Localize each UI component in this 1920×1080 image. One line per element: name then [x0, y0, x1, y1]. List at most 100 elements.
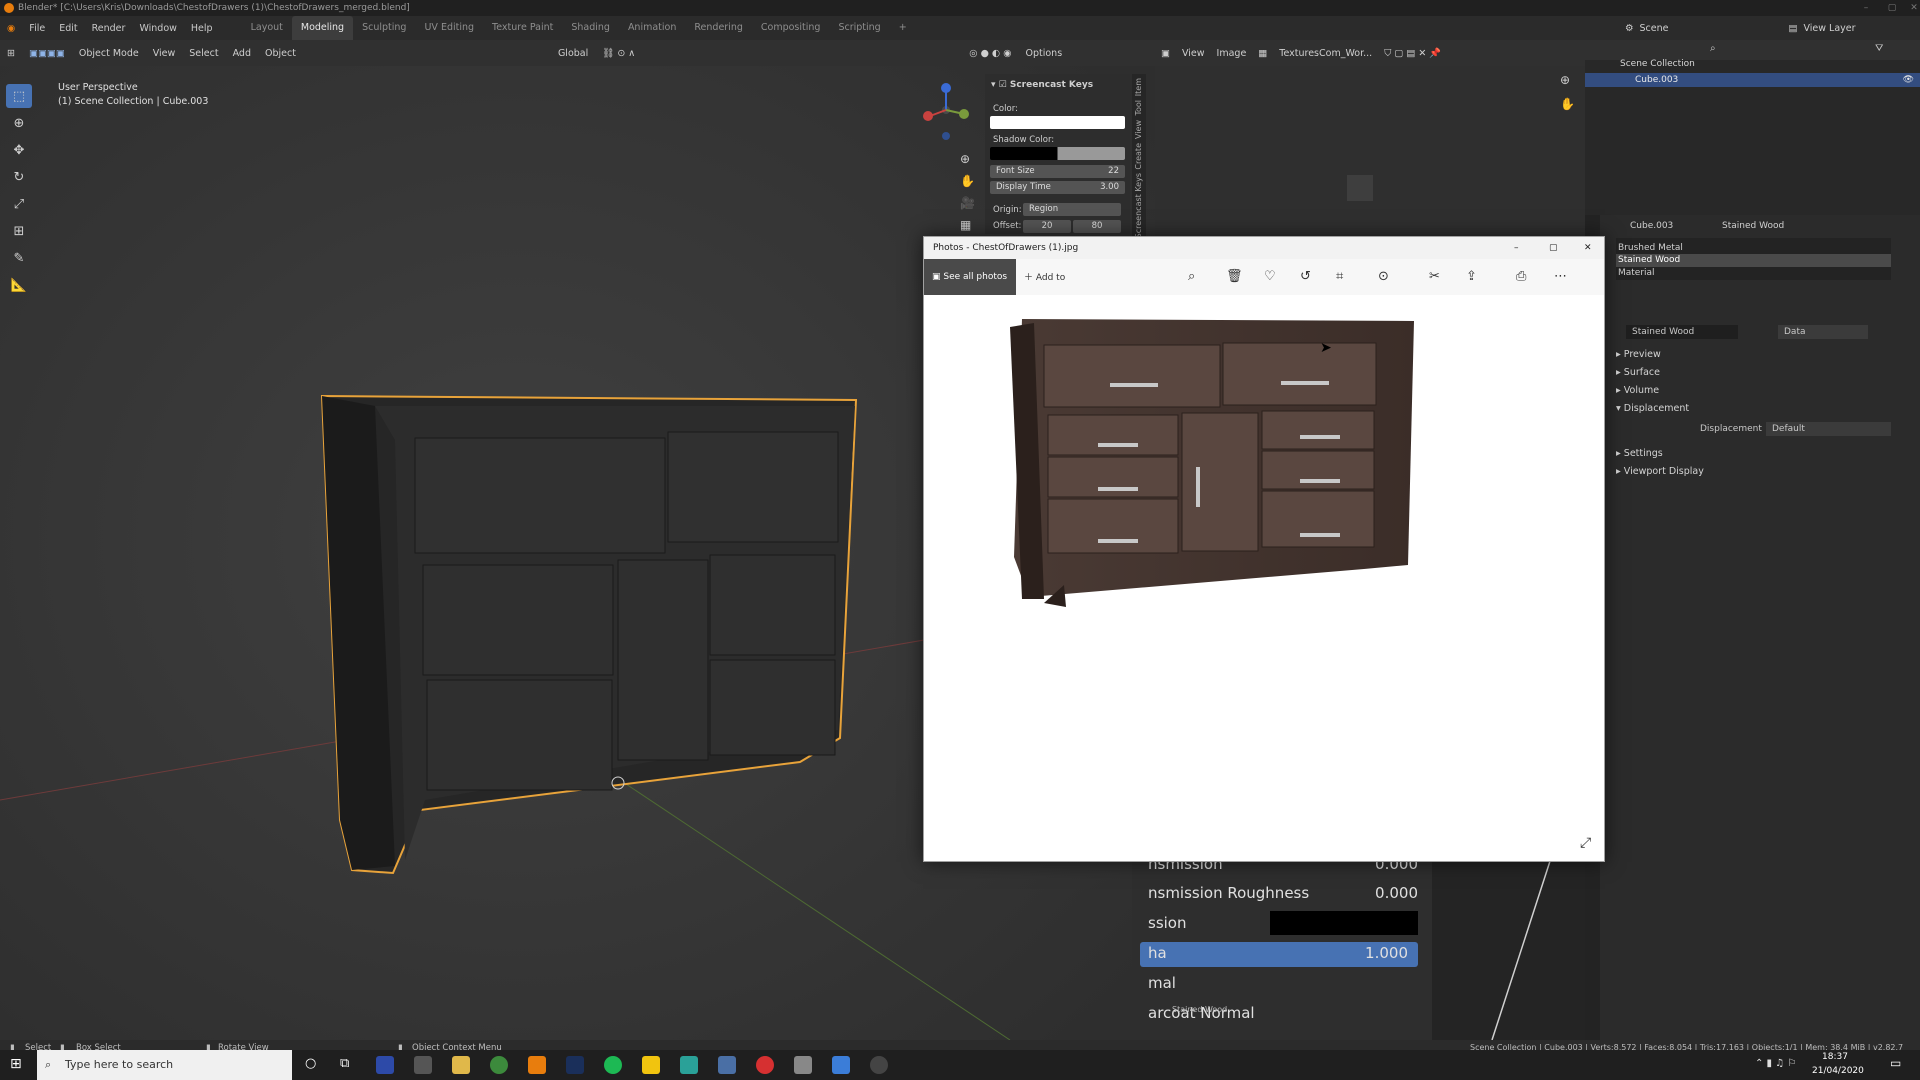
navigation-gizmo[interactable]: [918, 80, 974, 144]
tab-item[interactable]: Item: [1134, 78, 1143, 96]
tab-view[interactable]: View: [1134, 120, 1143, 139]
editor-type-icon[interactable]: ⊞: [0, 48, 22, 59]
menu-file[interactable]: File: [22, 23, 52, 34]
spotify-icon[interactable]: [604, 1056, 622, 1074]
notifications-icon[interactable]: ▭: [1890, 1056, 1901, 1070]
cursor-icon[interactable]: ⊕: [6, 111, 32, 135]
node-editor-area[interactable]: [1432, 854, 1585, 1041]
photos-maximize-button[interactable]: ▢: [1549, 237, 1558, 259]
measure-icon[interactable]: 📐: [6, 273, 32, 297]
orientation-dropdown[interactable]: Global: [551, 48, 595, 59]
blender-taskbar-icon[interactable]: [528, 1056, 546, 1074]
image-browse-icon[interactable]: ▦: [1252, 48, 1273, 59]
props-object-name[interactable]: Cube.003: [1630, 221, 1673, 231]
display-time-field[interactable]: Display Time 3.00: [990, 181, 1125, 194]
blender-menu-icon[interactable]: ◉: [0, 23, 22, 34]
edit-create-icon[interactable]: ✂: [1429, 269, 1440, 284]
transform-icon[interactable]: ⊞: [6, 219, 32, 243]
add-to-button[interactable]: ＋ Add to: [1024, 270, 1065, 283]
move-icon[interactable]: ✥: [6, 138, 32, 162]
tab-layout[interactable]: Layout: [242, 16, 292, 40]
viewport-menu-select[interactable]: Select: [182, 48, 225, 59]
photos-close-button[interactable]: ✕: [1584, 237, 1592, 259]
material-field[interactable]: Stained Wood: [1626, 325, 1738, 339]
close-button[interactable]: ✕: [1900, 0, 1920, 16]
tab-modeling[interactable]: Modeling: [291, 16, 354, 40]
taskbar-app-5-icon[interactable]: [756, 1056, 774, 1074]
more-icon[interactable]: ⋯: [1554, 269, 1567, 284]
shader-row-normal[interactable]: mal: [1148, 974, 1418, 992]
section-settings[interactable]: ▸ Settings: [1616, 448, 1663, 459]
scene-name[interactable]: Scene: [1640, 23, 1669, 34]
add-workspace-button[interactable]: +: [890, 16, 916, 40]
tab-sculpting[interactable]: Sculpting: [353, 16, 415, 40]
tab-create[interactable]: Create: [1134, 143, 1143, 170]
color-swatch[interactable]: [990, 116, 1125, 129]
tab-tool[interactable]: Tool: [1134, 100, 1143, 116]
shader-row-alpha[interactable]: ha 1.000: [1148, 944, 1408, 962]
photos-app-window[interactable]: Photos - ChestOfDrawers (1).jpg – ▢ ✕ ▣ …: [923, 236, 1605, 862]
favorite-icon[interactable]: ♡: [1264, 269, 1276, 284]
annotate-icon[interactable]: ✎: [6, 246, 32, 270]
image-header-icons[interactable]: ⛉ ▢ ▤ ✕ 📌: [1378, 48, 1447, 59]
filter-icon[interactable]: ⛛: [1875, 43, 1883, 54]
taskbar-search[interactable]: ⌕ Type here to search: [37, 1050, 292, 1080]
font-size-field[interactable]: Font Size 22: [990, 165, 1125, 178]
scale-icon[interactable]: ⤢: [6, 192, 32, 216]
image-editor-nav-icons[interactable]: ⊕ ✋: [1560, 68, 1575, 116]
menu-render[interactable]: Render: [85, 23, 133, 34]
offset-y-field[interactable]: 80: [1073, 220, 1121, 233]
data-dropdown[interactable]: Data: [1778, 325, 1868, 339]
tab-scripting[interactable]: Scripting: [829, 16, 889, 40]
task-view-icon[interactable]: ⧉: [340, 1056, 349, 1071]
image-name-field[interactable]: TexturesCom_Wor...: [1273, 48, 1378, 59]
viewport-menu-object[interactable]: Object: [258, 48, 303, 59]
windows-start-icon[interactable]: ⊞: [10, 1056, 22, 1072]
see-all-photos-button[interactable]: ▣ See all photos: [924, 259, 1016, 295]
taskbar-app-1-icon[interactable]: [376, 1056, 394, 1074]
image-menu-image[interactable]: Image: [1211, 48, 1253, 59]
minimize-button[interactable]: –: [1852, 0, 1880, 16]
section-displacement[interactable]: ▾ Displacement: [1616, 403, 1689, 414]
outliner-item-cube[interactable]: Cube.003 👁: [1585, 73, 1920, 87]
rotate-icon[interactable]: ↻: [6, 165, 32, 189]
tab-compositing[interactable]: Compositing: [752, 16, 830, 40]
sticky-notes-icon[interactable]: [642, 1056, 660, 1074]
crop-icon[interactable]: ⌗: [1336, 269, 1343, 284]
fullscreen-icon[interactable]: ⤢: [1580, 835, 1591, 851]
offset-x-field[interactable]: 20: [1023, 220, 1071, 233]
system-tray-icons[interactable]: ⌃ ▮ ♫ ⚐: [1755, 1058, 1796, 1069]
screencast-keys-header[interactable]: ▾ ☑ Screencast Keys: [991, 80, 1093, 90]
taskbar-app-4-icon[interactable]: [718, 1056, 736, 1074]
image-editor-type-icon[interactable]: ▣: [1155, 48, 1176, 59]
section-preview[interactable]: ▸ Preview: [1616, 349, 1661, 360]
visibility-eye-icon[interactable]: 👁: [1903, 73, 1914, 87]
origin-dropdown[interactable]: Region: [1023, 203, 1121, 216]
select-mode-icons[interactable]: ▣▣▣▣: [22, 48, 72, 59]
shadow-color-swatch[interactable]: [990, 147, 1125, 160]
tab-rendering[interactable]: Rendering: [685, 16, 752, 40]
file-explorer-icon[interactable]: [452, 1056, 470, 1074]
tab-screencast-keys[interactable]: Screencast Keys: [1134, 173, 1143, 238]
photoshop-icon[interactable]: [566, 1056, 584, 1074]
section-viewport-display[interactable]: ▸ Viewport Display: [1616, 466, 1704, 477]
viewport-menu-view[interactable]: View: [146, 48, 183, 59]
share-icon[interactable]: ⇪: [1466, 269, 1477, 284]
tab-shading[interactable]: Shading: [562, 16, 619, 40]
viewport-shading-icons[interactable]: ◎ ● ◐ ◉: [962, 48, 1018, 59]
tab-animation[interactable]: Animation: [619, 16, 685, 40]
image-editor-area[interactable]: ⊕ ✋: [1155, 40, 1585, 240]
options-dropdown[interactable]: Options: [1018, 48, 1069, 59]
tab-uv-editing[interactable]: UV Editing: [415, 16, 483, 40]
enhance-icon[interactable]: ⊙: [1378, 269, 1389, 284]
menu-help[interactable]: Help: [184, 23, 220, 34]
object-mode-dropdown[interactable]: Object Mode: [72, 48, 146, 59]
props-material-name[interactable]: Stained Wood: [1722, 221, 1784, 231]
taskbar-app-6-icon[interactable]: [794, 1056, 812, 1074]
taskbar-app-2-icon[interactable]: [414, 1056, 432, 1074]
outliner-search-icon[interactable]: ⌕: [1710, 43, 1716, 54]
snapping-icons[interactable]: ⛓ ⊙ ∧: [595, 48, 642, 59]
view-layer-name[interactable]: View Layer: [1803, 23, 1855, 34]
select-box-icon[interactable]: ⬚: [6, 84, 32, 108]
image-menu-view[interactable]: View: [1176, 48, 1211, 59]
